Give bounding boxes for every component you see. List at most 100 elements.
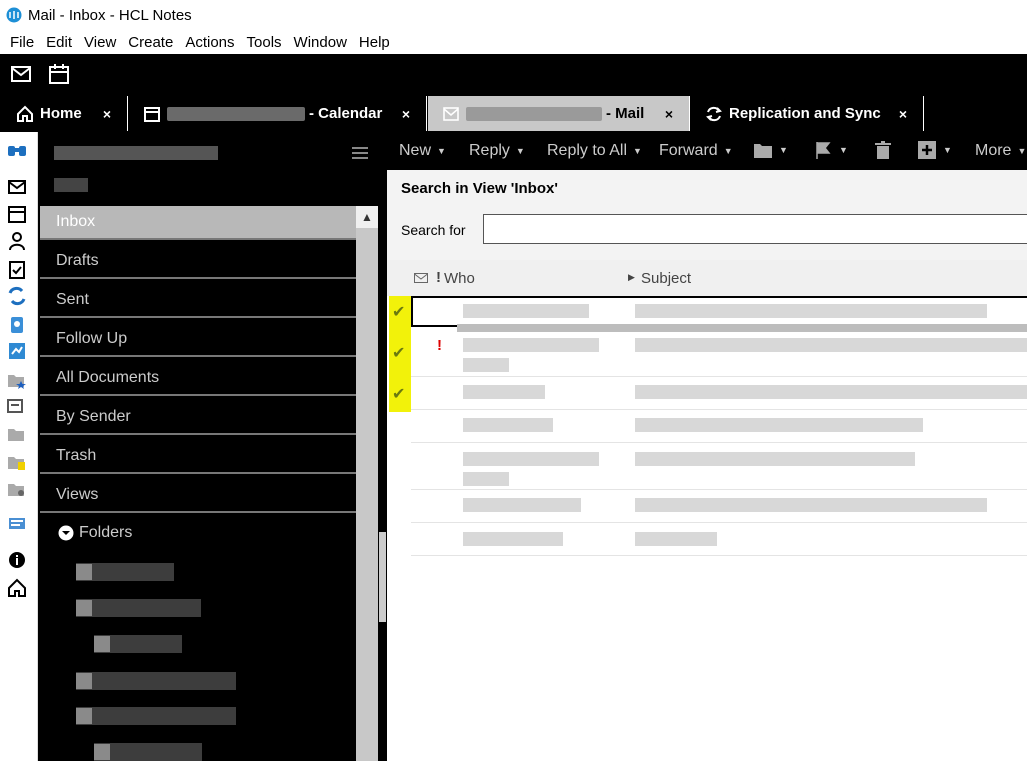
follow-up-flag-button[interactable]: ▼ bbox=[813, 140, 848, 160]
folder-item-redacted[interactable] bbox=[94, 743, 202, 761]
action-bar: New ▼ Reply ▼ Reply to All ▼ Forward ▼ ▼ ▼ ▼… bbox=[387, 132, 1027, 170]
nav-views[interactable]: Views bbox=[40, 479, 356, 513]
sender-redacted bbox=[463, 385, 545, 399]
menu-create[interactable]: Create bbox=[128, 34, 173, 51]
nav-sent[interactable]: Sent bbox=[40, 284, 356, 318]
subject-column-header[interactable]: Subject bbox=[641, 270, 691, 287]
info-icon[interactable] bbox=[6, 549, 28, 571]
folder-item-redacted[interactable] bbox=[94, 635, 182, 653]
title-bar: Mail - Inbox - HCL Notes bbox=[0, 0, 1027, 30]
nav-by-sender[interactable]: By Sender bbox=[40, 401, 356, 435]
menu-view[interactable]: View bbox=[84, 34, 116, 51]
nav-drafts[interactable]: Drafts bbox=[40, 245, 356, 279]
calendar-icon bbox=[144, 106, 160, 122]
folder-item-redacted[interactable] bbox=[76, 563, 174, 581]
delete-button[interactable] bbox=[873, 140, 893, 160]
nav-inbox[interactable]: Inbox bbox=[40, 206, 356, 240]
chevron-down-icon: ▼ bbox=[515, 146, 525, 156]
sender-redacted bbox=[463, 532, 563, 546]
hcl-notes-logo-icon bbox=[6, 7, 22, 23]
chevron-down-icon: ▼ bbox=[437, 146, 446, 156]
new-button[interactable]: New ▼ bbox=[399, 142, 446, 160]
mail-icon[interactable] bbox=[6, 176, 28, 198]
account-detail-redacted bbox=[54, 178, 88, 192]
tab-strip: Home × - Calendar × - Mail × Replication… bbox=[0, 94, 1027, 132]
search-input[interactable] bbox=[483, 214, 1027, 244]
workspace-icon[interactable] bbox=[6, 340, 28, 362]
more-button[interactable]: More ▼ bbox=[975, 142, 1026, 160]
folder-icon[interactable] bbox=[6, 423, 28, 445]
menu-window[interactable]: Window bbox=[294, 34, 347, 51]
importance-column-header[interactable]: ! bbox=[436, 269, 441, 286]
menu-bar: File Edit View Create Actions Tools Wind… bbox=[0, 30, 1027, 54]
column-header: ! Who ▶ Subject bbox=[387, 260, 1027, 296]
more-label: More bbox=[975, 142, 1012, 159]
folder-item-redacted[interactable] bbox=[76, 707, 236, 725]
calendar-icon[interactable] bbox=[6, 203, 28, 225]
hamburger-menu-icon[interactable] bbox=[352, 146, 368, 160]
subject-redacted bbox=[635, 418, 923, 432]
search-label: Search for bbox=[401, 222, 466, 238]
replication-icon[interactable] bbox=[6, 285, 28, 307]
importance-mark: ! bbox=[437, 337, 442, 354]
menu-edit[interactable]: Edit bbox=[46, 34, 72, 51]
owner-name-redacted bbox=[167, 106, 305, 121]
splitter-grip[interactable] bbox=[379, 532, 386, 622]
open-list-icon[interactable] bbox=[6, 396, 28, 418]
close-icon[interactable]: × bbox=[665, 106, 673, 122]
reply-all-button[interactable]: Reply to All ▼ bbox=[547, 142, 642, 160]
scroll-up-icon[interactable]: ▲ bbox=[356, 206, 378, 228]
account-name-redacted bbox=[54, 146, 218, 160]
tab-mail[interactable]: - Mail × bbox=[428, 96, 690, 131]
subject-redacted bbox=[635, 304, 987, 318]
close-icon[interactable]: × bbox=[103, 106, 111, 122]
nav-folders[interactable]: Folders bbox=[58, 524, 132, 542]
sender-redacted bbox=[463, 304, 589, 318]
folder-item-redacted[interactable] bbox=[76, 672, 236, 690]
menu-help[interactable]: Help bbox=[359, 34, 390, 51]
nav-trash[interactable]: Trash bbox=[40, 440, 356, 474]
new-label: New bbox=[399, 142, 432, 159]
folder-item-redacted[interactable] bbox=[76, 599, 201, 617]
reply-button[interactable]: Reply ▼ bbox=[469, 142, 525, 160]
menu-actions[interactable]: Actions bbox=[185, 34, 234, 51]
tab-home[interactable]: Home × bbox=[2, 96, 128, 131]
row-divider bbox=[411, 555, 1027, 556]
notebook-icon[interactable] bbox=[6, 313, 28, 335]
calendar-icon[interactable] bbox=[48, 63, 70, 85]
mail-icon[interactable] bbox=[414, 273, 428, 283]
sender-redacted bbox=[463, 452, 599, 466]
replied-check-icon: ✔ bbox=[392, 304, 406, 321]
reply-all-label: Reply to All bbox=[547, 142, 628, 159]
favorites-folder-icon[interactable] bbox=[6, 369, 28, 391]
move-to-folder-button[interactable]: ▼ bbox=[753, 140, 788, 160]
archive-folder-icon[interactable] bbox=[6, 478, 28, 500]
menu-tools[interactable]: Tools bbox=[247, 34, 282, 51]
sync-icon bbox=[706, 106, 722, 121]
menu-file[interactable]: File bbox=[10, 34, 34, 51]
subject-redacted bbox=[635, 532, 717, 546]
navigation-sidebar: Inbox Drafts Sent Follow Up All Document… bbox=[38, 132, 386, 761]
sidebar-scrollbar[interactable]: ▲ bbox=[356, 206, 378, 761]
home-icon[interactable] bbox=[6, 577, 28, 599]
forward-button[interactable]: Forward ▼ bbox=[659, 142, 733, 160]
message-list: ✔ ✔ ✔ ! bbox=[387, 296, 1027, 761]
tab-replication[interactable]: Replication and Sync × bbox=[691, 96, 924, 131]
mail-icon[interactable] bbox=[10, 63, 32, 85]
who-column-header[interactable]: Who bbox=[444, 270, 475, 287]
message-icon[interactable] bbox=[6, 513, 28, 535]
pane-splitter[interactable] bbox=[378, 132, 387, 761]
tab-calendar[interactable]: - Calendar × bbox=[129, 96, 427, 131]
quick-toolbar bbox=[0, 54, 1027, 94]
notes-folder-icon[interactable] bbox=[6, 451, 28, 473]
add-button[interactable]: ▼ bbox=[917, 140, 952, 160]
todo-icon[interactable] bbox=[6, 258, 28, 280]
close-icon[interactable]: × bbox=[899, 106, 907, 122]
subject-redacted bbox=[635, 338, 1027, 352]
binoculars-icon[interactable] bbox=[6, 140, 28, 162]
nav-follow-up[interactable]: Follow Up bbox=[40, 323, 356, 357]
nav-all-documents[interactable]: All Documents bbox=[40, 362, 356, 396]
contacts-icon[interactable] bbox=[6, 230, 28, 252]
window-title: Mail - Inbox - HCL Notes bbox=[28, 6, 192, 24]
close-icon[interactable]: × bbox=[402, 106, 410, 122]
